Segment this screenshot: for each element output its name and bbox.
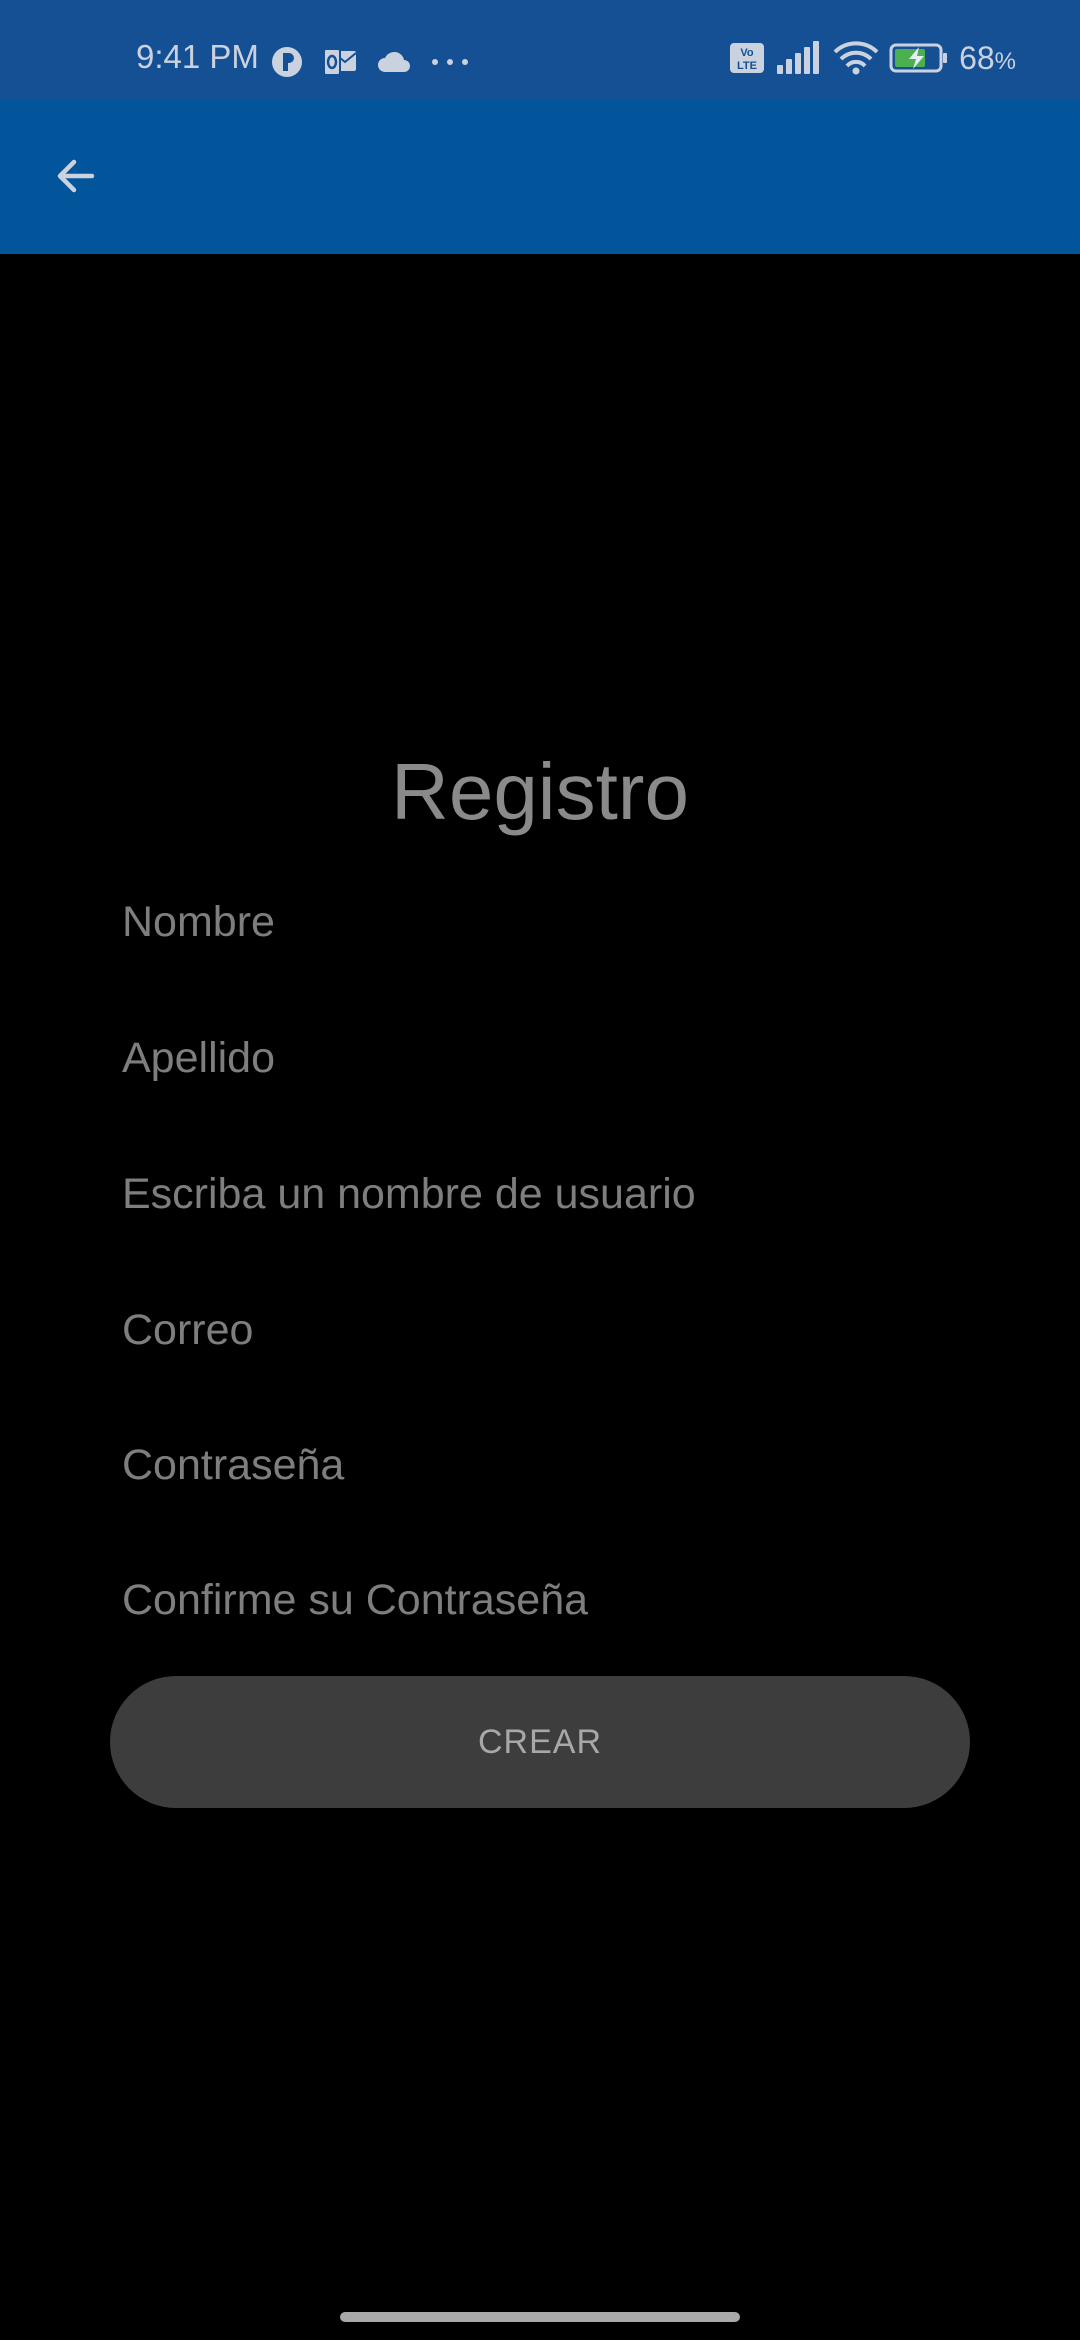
signal-icon <box>775 41 823 75</box>
cloud-icon <box>376 50 412 74</box>
battery-unit: % <box>994 48 1016 75</box>
battery-level: 68% <box>959 40 1016 76</box>
outlook-icon <box>322 47 358 77</box>
email-field[interactable]: Correo <box>122 1280 958 1380</box>
status-bar: 9:41 PM Vo LTE 68% <box>0 0 1080 100</box>
volte-icon: Vo LTE <box>729 42 765 74</box>
password-field[interactable]: Contraseña <box>122 1415 958 1515</box>
username-field[interactable]: Escriba un nombre de usuario <box>122 1144 958 1244</box>
page-title: Registro <box>391 747 689 836</box>
more-icon <box>430 57 470 67</box>
last-name-field[interactable]: Apellido <box>122 1008 958 1108</box>
svg-text:Vo: Vo <box>740 47 754 59</box>
battery-charging-icon <box>889 42 949 74</box>
arrow-back-icon <box>52 152 100 200</box>
system-icons: Vo LTE 68% <box>729 40 1016 76</box>
confirm-password-field[interactable]: Confirme su Contraseña <box>122 1550 958 1650</box>
registration-screen: 9:41 PM Vo LTE 68% Registro Nombre Apell… <box>0 0 1080 2340</box>
svg-text:LTE: LTE <box>737 60 757 72</box>
wifi-icon <box>833 41 879 75</box>
app-bar <box>0 100 1080 254</box>
home-indicator[interactable] <box>340 2312 740 2322</box>
status-time: 9:41 PM <box>136 38 259 75</box>
notification-icons <box>270 44 470 80</box>
back-button[interactable] <box>40 140 112 212</box>
first-name-field[interactable]: Nombre <box>122 872 958 972</box>
create-button[interactable]: CREAR <box>110 1676 970 1808</box>
pin-icon <box>270 45 304 79</box>
